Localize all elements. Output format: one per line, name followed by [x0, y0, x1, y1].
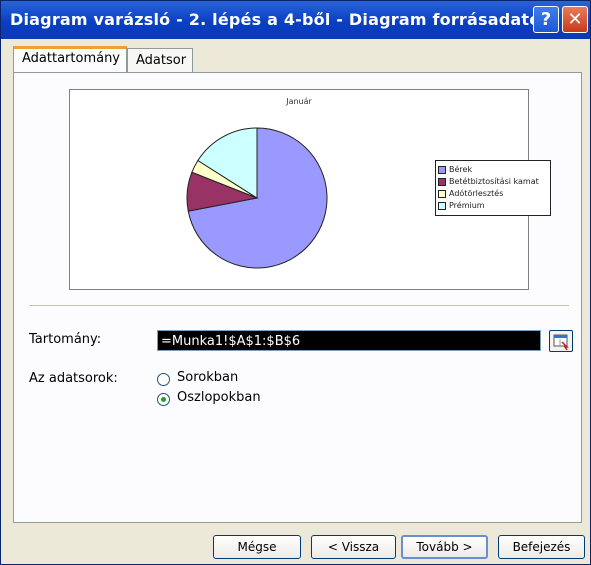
legend-swatch-icon: [438, 189, 446, 198]
window-title: Diagram varázsló - 2. lépés a 4-ből - Di…: [10, 10, 552, 29]
rows-option-label[interactable]: Sorokban: [177, 370, 238, 385]
collapse-dialog-button[interactable]: [549, 330, 573, 352]
next-button[interactable]: Tovább >: [401, 535, 488, 559]
legend-swatch-icon: [438, 177, 446, 186]
legend-label: Bérek: [449, 165, 473, 174]
radio-rows[interactable]: [157, 373, 170, 386]
radio-columns[interactable]: [157, 393, 170, 406]
close-button[interactable]: ✕: [562, 6, 588, 33]
legend-label: Betétbiztosítási kamat: [449, 177, 539, 186]
cancel-button[interactable]: Mégse: [213, 535, 301, 559]
legend-item: Betétbiztosítási kamat: [438, 176, 548, 188]
tab-data-range[interactable]: Adattartomány: [13, 46, 127, 72]
pie-chart: [186, 127, 328, 269]
chart-legend: Bérek Betétbiztosítási kamat Adótörleszt…: [435, 160, 551, 216]
back-button[interactable]: < Vissza: [311, 535, 396, 559]
tab-panel: Január Bérek Betétbiztosítási kamat Adót…: [13, 72, 582, 523]
legend-item: Bérek: [438, 164, 548, 176]
series-in-label: Az adatsorok:: [29, 371, 118, 386]
close-icon: ✕: [567, 9, 583, 30]
range-label: Tartomány:: [29, 332, 102, 347]
divider: [29, 305, 569, 306]
legend-swatch-icon: [438, 165, 446, 174]
columns-option-label[interactable]: Oszlopokban: [177, 390, 261, 405]
title-bar[interactable]: Diagram varázsló - 2. lépés a 4-ből - Di…: [1, 1, 590, 39]
legend-label: Prémium: [449, 201, 485, 210]
tab-series[interactable]: Adatsor: [127, 48, 193, 72]
chart-preview: Január Bérek Betétbiztosítási kamat Adót…: [69, 89, 551, 290]
help-button[interactable]: ?: [533, 6, 559, 33]
legend-item: Prémium: [438, 200, 548, 212]
chart-wizard-dialog: Diagram varázsló - 2. lépés a 4-ből - Di…: [0, 0, 591, 565]
legend-swatch-icon: [438, 201, 446, 210]
range-select-icon: [553, 334, 569, 351]
legend-item: Adótörlesztés: [438, 188, 548, 200]
radio-selected-dot-icon: [161, 397, 166, 402]
legend-label: Adótörlesztés: [449, 189, 504, 198]
chart-title: Január: [286, 97, 312, 106]
finish-button[interactable]: Befejezés: [498, 535, 585, 559]
range-input[interactable]: =Munka1!$A$1:$B$6: [157, 330, 541, 351]
